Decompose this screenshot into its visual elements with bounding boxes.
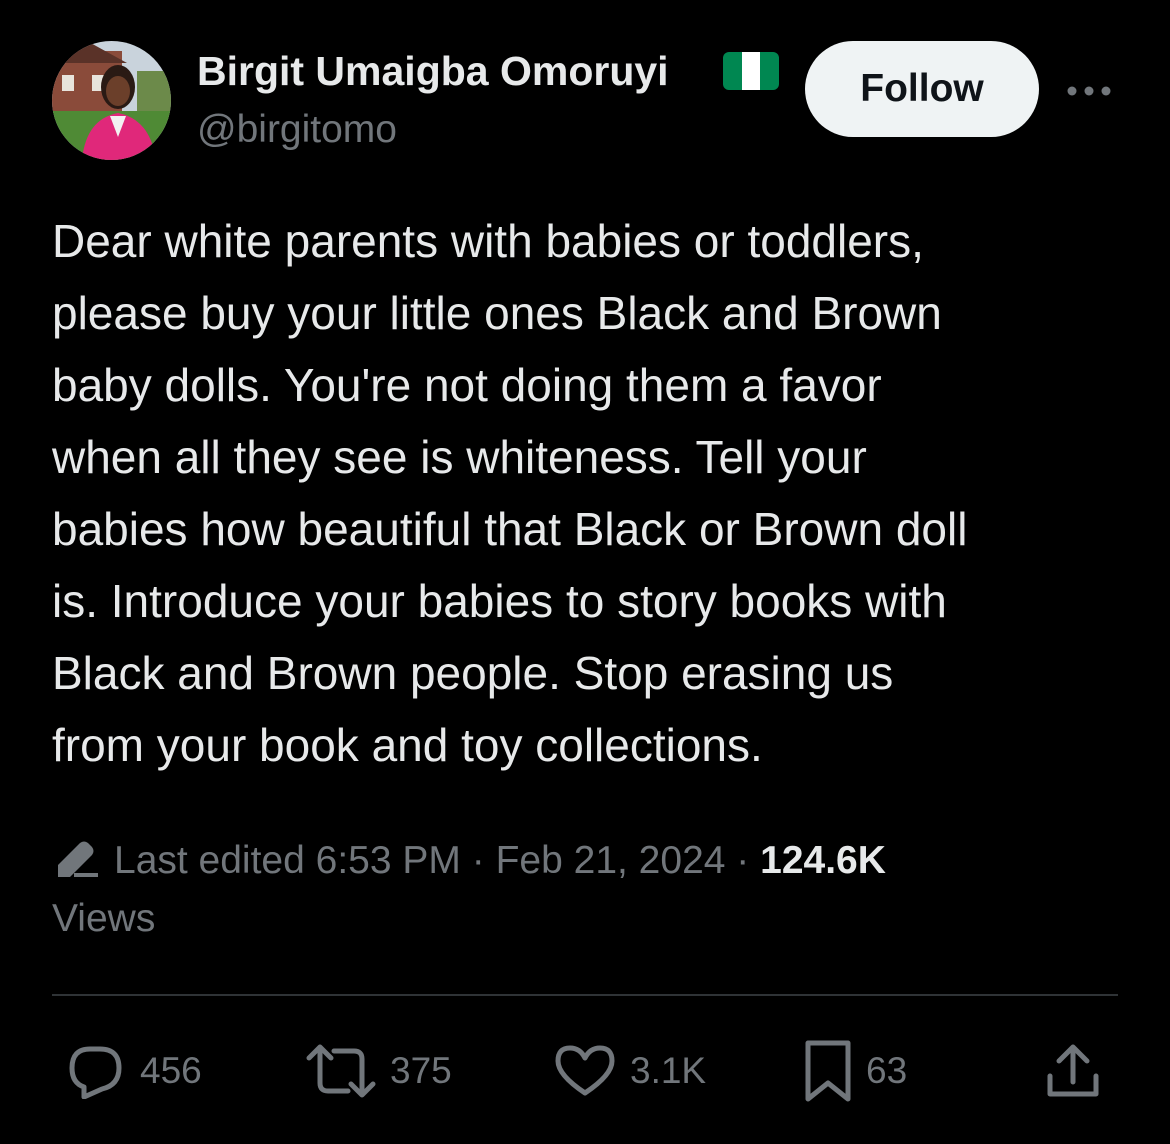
reply-icon: [69, 1046, 122, 1099]
tweet-text-line: Dear white parents with babies or toddle…: [52, 215, 924, 267]
edited-time[interactable]: 6:53 PM: [316, 839, 461, 882]
avatar[interactable]: [52, 41, 171, 160]
divider: [52, 994, 1118, 996]
pencil-icon: [58, 841, 98, 877]
tweet-text-line: from your book and toy collections.: [52, 719, 763, 771]
tweet-text-line: is. Introduce your babies to story books…: [52, 575, 947, 627]
tweet-text-line: babies how beautiful that Black or Brown…: [52, 503, 968, 555]
follow-button[interactable]: Follow: [805, 41, 1039, 137]
tweet-actions-bar: 456 375 3.1K 63: [0, 1036, 1170, 1106]
edited-date[interactable]: Feb 21, 2024: [496, 839, 726, 882]
share-button[interactable]: [1044, 1036, 1102, 1106]
reply-button[interactable]: 456: [66, 1036, 202, 1106]
bookmark-count: 63: [866, 1050, 908, 1091]
repost-button[interactable]: 375: [306, 1036, 452, 1106]
nigeria-flag-icon: [723, 52, 779, 90]
bookmark-icon: [805, 1040, 851, 1102]
views-label: Views: [52, 897, 156, 940]
tweet-text-line: please buy your little ones Black and Br…: [52, 287, 942, 339]
views-count[interactable]: 124.6K: [760, 839, 886, 882]
like-button[interactable]: 3.1K: [554, 1036, 706, 1106]
tweet-text-line: when all they see is whiteness. Tell you…: [52, 431, 867, 483]
more-horizontal-icon: [1067, 86, 1111, 96]
tweet-metadata: Last edited 6:53 PM · Feb 21, 2024 · 124…: [52, 832, 1052, 948]
bookmark-button[interactable]: 63: [804, 1036, 907, 1106]
like-count: 3.1K: [630, 1050, 707, 1091]
meta-separator: ·: [471, 839, 485, 882]
heart-icon: [555, 1045, 615, 1096]
repost-count: 375: [390, 1050, 452, 1091]
edited-label[interactable]: Last edited: [114, 839, 305, 882]
author-display-name[interactable]: Birgit Umaigba Omoruyi: [197, 46, 669, 96]
tweet-text: Dear white parents with babies or toddle…: [52, 205, 1142, 781]
share-icon: [1047, 1044, 1099, 1097]
avatar-image: [52, 41, 171, 160]
more-options-button[interactable]: [1064, 74, 1114, 108]
repost-icon: [306, 1044, 376, 1098]
tweet-card: Birgit Umaigba Omoruyi @birgitomo Follow…: [0, 0, 1170, 1144]
author-handle[interactable]: @birgitomo: [197, 106, 397, 154]
tweet-text-line: baby dolls. You're not doing them a favo…: [52, 359, 882, 411]
reply-count: 456: [140, 1050, 202, 1091]
tweet-text-line: Black and Brown people. Stop erasing us: [52, 647, 894, 699]
meta-separator: ·: [736, 839, 750, 882]
